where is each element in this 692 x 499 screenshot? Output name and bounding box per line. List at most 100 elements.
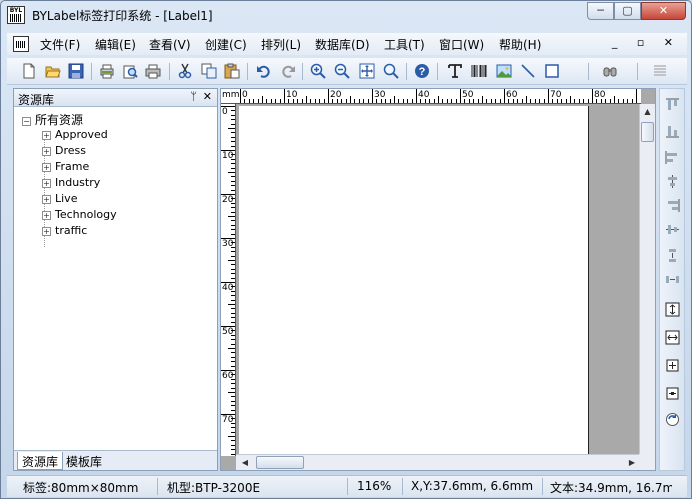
tree-node-industry[interactable]: + Industry <box>42 176 100 192</box>
print-preview-icon[interactable] <box>122 63 138 79</box>
scroll-up-icon[interactable]: ▲ <box>640 104 655 120</box>
tree-node-root[interactable]: − 所有资源 <box>22 111 83 127</box>
mdi-window-controls[interactable]: _ ▫ ✕ <box>612 36 681 49</box>
ruler-tick <box>228 172 235 173</box>
ruler-tick <box>323 99 325 103</box>
tab-resource-library[interactable]: 资源库 <box>17 452 64 470</box>
status-label-size: 标签:80mm×80mm <box>23 481 139 495</box>
rotate-icon[interactable] <box>664 411 681 428</box>
menu-help[interactable]: 帮助(H) <box>499 36 541 53</box>
tree-node-technology[interactable]: + Technology <box>42 208 117 224</box>
align-top-icon[interactable] <box>664 97 681 114</box>
menu-create[interactable]: 创建(C) <box>205 36 247 53</box>
expand-icon[interactable]: + <box>42 147 51 156</box>
document-menu-icon[interactable] <box>13 36 29 52</box>
tab-template-library[interactable]: 模板库 <box>62 452 106 470</box>
zoom-out-icon[interactable] <box>334 63 350 79</box>
scroll-right-icon[interactable]: ▶ <box>625 455 639 470</box>
fit-page-icon[interactable] <box>359 63 375 79</box>
ruler-tick <box>231 251 235 253</box>
expand-icon[interactable]: + <box>42 211 51 220</box>
menu-arrange[interactable]: 排列(L) <box>261 36 301 53</box>
app-logo-icon: BYL <box>7 6 25 24</box>
tree-node-dress[interactable]: + Dress <box>42 144 86 160</box>
paste-icon[interactable] <box>224 63 240 79</box>
barcode-tool-icon[interactable] <box>471 63 487 79</box>
rectangle-tool-icon[interactable] <box>544 63 560 79</box>
maximize-button[interactable]: ▢ <box>614 2 641 20</box>
expand-icon[interactable]: + <box>42 195 51 204</box>
zoom-in-icon[interactable] <box>310 63 326 79</box>
resource-panel-title: 资源库 <box>18 93 55 107</box>
image-tool-icon[interactable] <box>496 63 512 79</box>
help-icon[interactable]: ? <box>414 63 430 79</box>
ruler-tick <box>345 99 347 103</box>
pin-icon[interactable]: ᛘ <box>190 90 197 103</box>
ruler-tick <box>284 89 285 103</box>
tree-node-live[interactable]: + Live <box>42 192 77 208</box>
undo-icon[interactable] <box>256 63 272 79</box>
ruler-label: 40 <box>418 90 430 100</box>
app-logo-text: BYL <box>9 7 23 14</box>
label-page[interactable] <box>239 106 589 456</box>
tree-node-label: Industry <box>55 176 101 189</box>
expand-icon[interactable]: + <box>42 131 51 140</box>
line-tool-icon[interactable] <box>520 63 536 79</box>
expand-icon[interactable]: + <box>42 227 51 236</box>
align-left-icon[interactable] <box>664 149 681 166</box>
menu-tools[interactable]: 工具(T) <box>384 36 425 53</box>
distribute-horizontal-icon[interactable] <box>664 271 681 288</box>
redo-icon[interactable] <box>280 63 296 79</box>
collapse-icon[interactable]: − <box>22 117 31 126</box>
align-bottom-icon[interactable] <box>664 122 681 139</box>
ruler-label: 50 <box>462 90 474 100</box>
cut-icon[interactable] <box>177 63 193 79</box>
menu-database[interactable]: 数据库(D) <box>315 36 370 53</box>
minimize-button[interactable]: ─ <box>587 2 614 20</box>
distribute-vertical-icon[interactable] <box>664 247 681 264</box>
print-icon[interactable] <box>145 63 161 79</box>
menu-edit[interactable]: 编辑(E) <box>95 36 136 53</box>
tree-node-approved[interactable]: + Approved <box>42 128 108 144</box>
same-height-icon[interactable] <box>664 301 681 318</box>
ruler-label: 50 <box>222 327 234 337</box>
close-button[interactable]: ✕ <box>641 2 686 20</box>
grid-icon[interactable] <box>652 63 668 79</box>
svg-text:?: ? <box>419 66 426 78</box>
horizontal-scroll-thumb[interactable] <box>256 456 304 469</box>
ruler-tick <box>574 99 576 103</box>
ruler-tick <box>231 264 235 266</box>
align-right-icon[interactable] <box>664 197 681 214</box>
align-middle-icon[interactable] <box>664 221 681 238</box>
align-center-vertical-icon[interactable] <box>664 173 681 190</box>
ruler-tick <box>482 96 483 103</box>
ruler-label: 70 <box>222 415 234 425</box>
open-folder-icon[interactable] <box>45 63 61 79</box>
tree-node-traffic[interactable]: + traffic <box>42 224 87 240</box>
find-icon[interactable] <box>602 63 618 79</box>
expand-icon[interactable]: + <box>42 179 51 188</box>
tree-node-frame[interactable]: + Frame <box>42 160 89 176</box>
ruler-tick <box>402 99 404 103</box>
scroll-left-icon[interactable]: ◀ <box>238 455 252 470</box>
ruler-tick <box>451 99 453 103</box>
print-setup-icon[interactable] <box>99 63 115 79</box>
same-size-icon[interactable] <box>664 357 681 374</box>
panel-close-icon[interactable]: ✕ <box>203 90 212 103</box>
horizontal-scrollbar[interactable]: ◀ ▶ <box>236 454 641 470</box>
menu-view[interactable]: 查看(V) <box>149 36 191 53</box>
center-page-icon[interactable] <box>664 385 681 402</box>
ruler-tick <box>354 99 356 103</box>
text-tool-icon[interactable] <box>447 63 463 79</box>
save-icon[interactable] <box>68 63 84 79</box>
ruler-tick <box>499 99 501 103</box>
menu-window[interactable]: 窗口(W) <box>439 36 484 53</box>
zoom-custom-icon[interactable] <box>383 63 399 79</box>
same-width-icon[interactable] <box>664 329 681 346</box>
vertical-scrollbar[interactable]: ▲ <box>639 104 655 456</box>
copy-icon[interactable] <box>201 63 217 79</box>
menu-file[interactable]: 文件(F) <box>40 36 80 53</box>
new-file-icon[interactable] <box>21 63 37 79</box>
vertical-scroll-thumb[interactable] <box>641 122 654 142</box>
expand-icon[interactable]: + <box>42 163 51 172</box>
